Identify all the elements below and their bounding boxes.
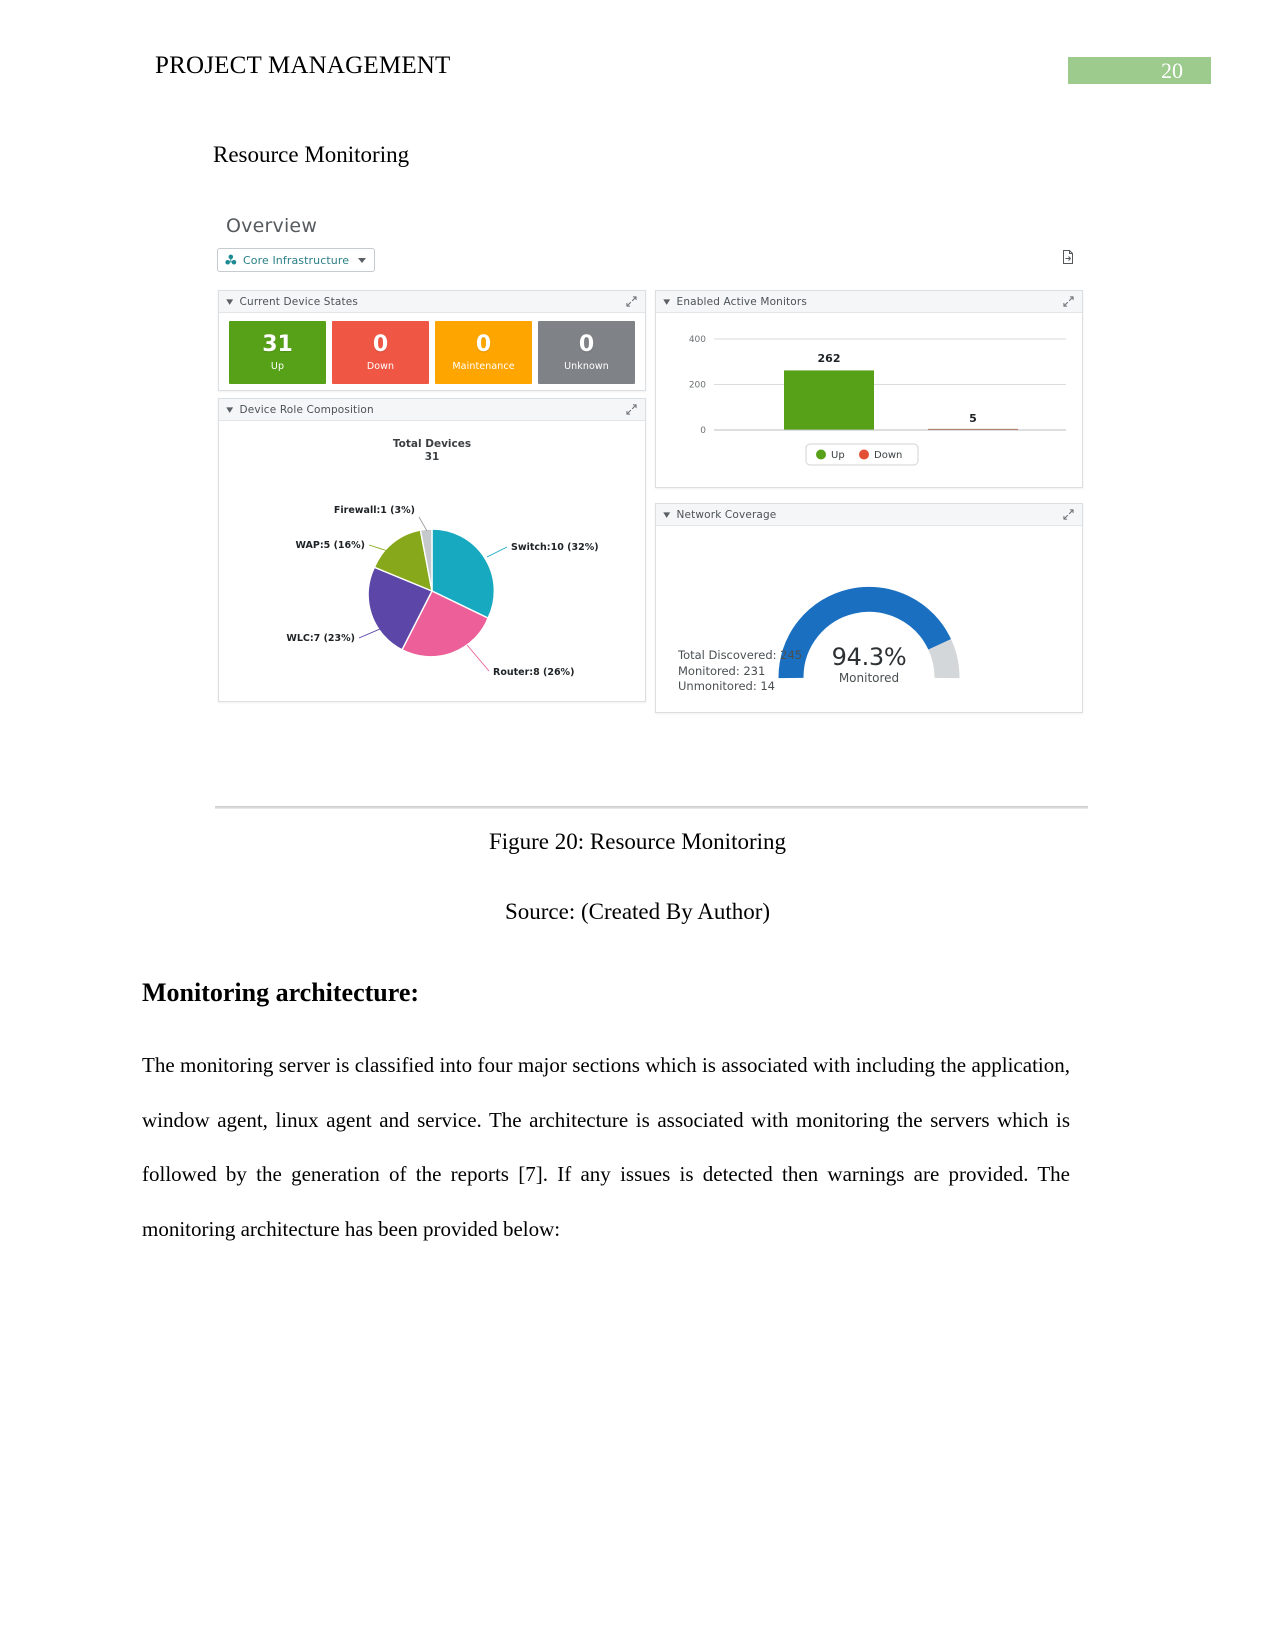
card-network-coverage: ▾ Network Coverage Total Discovered: 245… <box>655 503 1083 713</box>
y-gridlines <box>714 338 1066 431</box>
card-device-role-composition: ▾ Device Role Composition Total Devices … <box>218 398 646 702</box>
card-header: ▾ Enabled Active Monitors <box>656 291 1082 313</box>
context-filter-dropdown[interactable]: Core Infrastructure <box>217 248 376 272</box>
device-state-tiles: 31 Up 0 Down 0 Maintenance 0 Unknown <box>219 313 645 393</box>
card-header: ▾ Current Device States <box>219 291 645 313</box>
card-body: Total Devices 31 Switch:10 (32%) Router:… <box>219 421 645 702</box>
page-number-badge: 20 <box>1068 57 1211 84</box>
svg-text:400: 400 <box>689 335 706 345</box>
tile-up[interactable]: 31 Up <box>229 321 326 384</box>
tile-value: 31 <box>262 331 293 357</box>
figure-divider <box>215 806 1088 809</box>
document-page: PROJECT MANAGEMENT 20 Resource Monitorin… <box>0 0 1275 1651</box>
pie-chart-device-roles: Switch:10 (32%) Router:8 (26%) WLC:7 (23… <box>219 421 645 702</box>
body-heading: Monitoring architecture: <box>142 978 420 1007</box>
network-topology-icon <box>225 254 237 265</box>
legend-swatch-down <box>859 449 869 460</box>
pie-slices <box>367 528 495 658</box>
tile-maintenance[interactable]: 0 Maintenance <box>435 321 532 384</box>
y-axis-tick-labels: 400 200 0 <box>689 335 706 436</box>
card-header: ▾ Network Coverage <box>656 504 1082 526</box>
pie-label-wlc: WLC:7 (23%) <box>286 633 355 644</box>
tile-value: 0 <box>475 331 492 357</box>
dashboard-screenshot: Overview Core Infrastructure ▾ Current D… <box>215 205 1088 805</box>
pie-label-router: Router:8 (26%) <box>493 667 574 678</box>
tile-value: 0 <box>372 331 389 357</box>
legend-swatch-up <box>816 449 826 460</box>
section-label: Resource Monitoring <box>213 142 410 167</box>
card-body: 31 Up 0 Down 0 Maintenance 0 Unknown <box>219 313 645 393</box>
gauge-percent-value: 94.3% <box>831 643 907 671</box>
chevron-down-icon <box>358 257 367 263</box>
chevron-down-icon[interactable]: ▾ <box>226 296 233 307</box>
tile-unknown[interactable]: 0 Unknown <box>538 321 635 384</box>
chevron-down-icon[interactable]: ▾ <box>663 296 670 307</box>
gauge-percent-label: Monitored <box>838 671 900 685</box>
svg-text:200: 200 <box>689 381 706 391</box>
expand-arrows-icon[interactable] <box>1063 509 1074 520</box>
pie-label-switch: Switch:10 (32%) <box>511 542 599 553</box>
tile-label: Maintenance <box>452 360 515 372</box>
export-page-icon[interactable] <box>1060 249 1076 265</box>
svg-text:0: 0 <box>700 426 706 436</box>
chevron-down-icon[interactable]: ▾ <box>226 404 233 415</box>
legend-label-down: Down <box>874 450 902 461</box>
bar-label-up: 262 <box>818 352 841 365</box>
bar-chart-enabled-active-monitors: 400 200 0 262 5 Up Down <box>656 313 1082 488</box>
expand-arrows-icon[interactable] <box>626 296 637 307</box>
context-filter-label: Core Infrastructure <box>243 253 350 267</box>
bar-up <box>784 370 874 430</box>
body-paragraph: The monitoring server is classified into… <box>142 1053 1070 1241</box>
tile-label: Down <box>366 360 395 372</box>
card-title: Enabled Active Monitors <box>676 295 807 308</box>
chevron-down-icon[interactable]: ▾ <box>663 509 670 520</box>
tile-label: Unknown <box>564 360 609 372</box>
expand-arrows-icon[interactable] <box>1063 296 1074 307</box>
running-header: PROJECT MANAGEMENT 20 <box>0 52 1275 92</box>
page-number: 20 <box>1161 58 1183 83</box>
running-header-title: PROJECT MANAGEMENT <box>155 52 451 79</box>
figure-caption: Figure 20: Resource Monitoring <box>488 829 787 854</box>
dashboard-title: Overview <box>226 215 318 237</box>
gauge-center-readout: 94.3% Monitored <box>656 644 1082 685</box>
card-body: 400 200 0 262 5 Up Down <box>656 313 1082 488</box>
card-title: Current Device States <box>239 295 358 308</box>
card-title: Network Coverage <box>676 508 777 521</box>
tile-label: Up <box>270 360 285 372</box>
pie-label-firewall: Firewall:1 (3%) <box>334 505 415 516</box>
figure-source: Source: (Created By Author) <box>504 899 771 924</box>
card-current-device-states: ▾ Current Device States 31 Up 0 Down 0 M… <box>218 290 646 391</box>
expand-arrows-icon[interactable] <box>626 404 637 415</box>
tile-value: 0 <box>578 331 595 357</box>
pie-label-wap: WAP:5 (16%) <box>295 540 365 551</box>
card-title: Device Role Composition <box>239 403 374 416</box>
bar-label-down: 5 <box>969 412 977 425</box>
card-body: Total Discovered: 245 Monitored: 231 Unm… <box>656 526 1082 713</box>
card-header: ▾ Device Role Composition <box>219 399 645 421</box>
card-enabled-active-monitors: ▾ Enabled Active Monitors 400 200 0 262 … <box>655 290 1083 488</box>
chart-legend: Up Down <box>805 443 919 466</box>
legend-label-up: Up <box>831 450 845 461</box>
tile-down[interactable]: 0 Down <box>332 321 429 384</box>
